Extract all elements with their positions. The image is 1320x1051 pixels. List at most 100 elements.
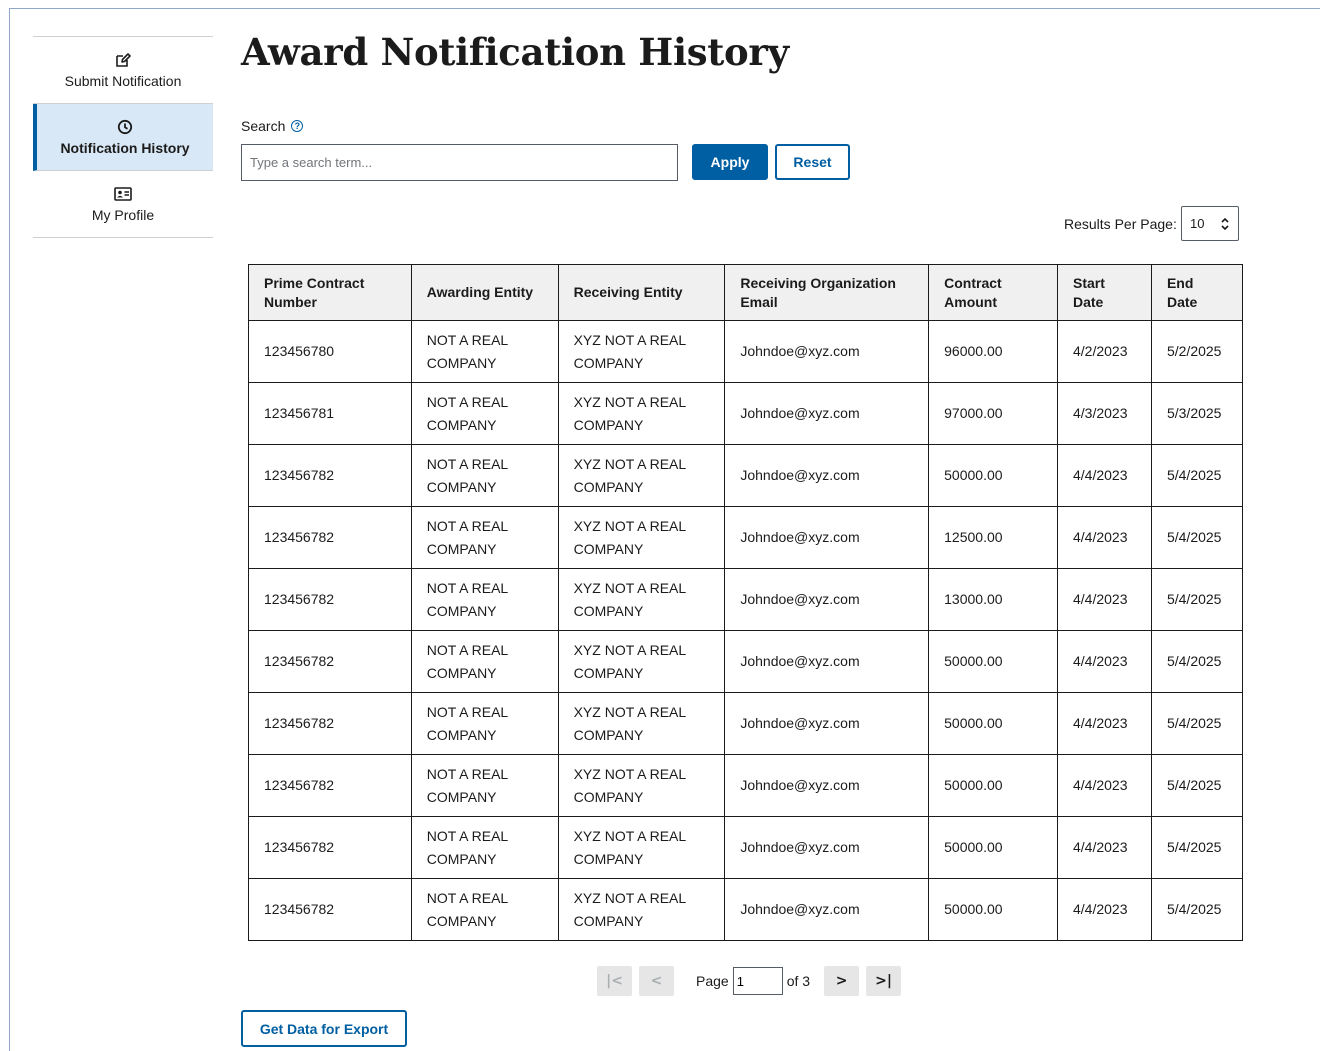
cell-start-date: 4/4/2023 bbox=[1057, 630, 1152, 693]
page-label: Page bbox=[696, 973, 729, 989]
column-header-receiving-organization-email[interactable]: Receiving Organization Email bbox=[724, 264, 930, 321]
cell-prime-contract-number: 123456782 bbox=[248, 754, 412, 817]
cell-end-date: 5/4/2025 bbox=[1150, 754, 1244, 817]
cell-end-date: 5/4/2025 bbox=[1150, 878, 1244, 941]
cell-contract-amount: 12500.00 bbox=[928, 506, 1058, 569]
cell-start-date: 4/4/2023 bbox=[1057, 568, 1152, 631]
table-row[interactable]: 123456782 NOT A REAL COMPANY XYZ NOT A R… bbox=[248, 816, 1244, 879]
cell-receiving-entity: XYZ NOT A REAL COMPANY bbox=[557, 630, 726, 693]
cell-start-date: 4/2/2023 bbox=[1057, 320, 1152, 383]
cell-prime-contract-number: 123456782 bbox=[248, 444, 412, 507]
table-row[interactable]: 123456781 NOT A REAL COMPANY XYZ NOT A R… bbox=[248, 382, 1244, 445]
results-per-page-value: 10 bbox=[1190, 216, 1205, 231]
cell-prime-contract-number: 123456780 bbox=[248, 320, 412, 383]
column-header-awarding-entity[interactable]: Awarding Entity bbox=[410, 264, 559, 321]
cell-start-date: 4/4/2023 bbox=[1057, 444, 1152, 507]
cell-awarding-entity: NOT A REAL COMPANY bbox=[410, 506, 559, 569]
cell-contract-amount: 50000.00 bbox=[928, 816, 1058, 879]
next-page-icon: > bbox=[835, 973, 848, 989]
cell-contract-amount: 97000.00 bbox=[928, 382, 1058, 445]
column-header-prime-contract-number[interactable]: Prime Contract Number bbox=[248, 264, 412, 321]
table-row[interactable]: 123456782 NOT A REAL COMPANY XYZ NOT A R… bbox=[248, 444, 1244, 507]
reset-button[interactable]: Reset bbox=[775, 144, 850, 180]
sidebar-item-notification-history[interactable]: Notification History bbox=[33, 104, 213, 171]
table-row[interactable]: 123456782 NOT A REAL COMPANY XYZ NOT A R… bbox=[248, 506, 1244, 569]
cell-email: Johndoe@xyz.com bbox=[724, 320, 930, 383]
sidebar-item-label: Submit Notification bbox=[64, 73, 182, 89]
cell-email: Johndoe@xyz.com bbox=[724, 382, 930, 445]
clock-icon bbox=[117, 118, 133, 136]
apply-button[interactable]: Apply bbox=[692, 144, 768, 180]
cell-prime-contract-number: 123456782 bbox=[248, 692, 412, 755]
get-data-for-export-button[interactable]: Get Data for Export bbox=[241, 1010, 407, 1047]
cell-awarding-entity: NOT A REAL COMPANY bbox=[410, 382, 559, 445]
cell-end-date: 5/4/2025 bbox=[1150, 444, 1244, 507]
cell-awarding-entity: NOT A REAL COMPANY bbox=[410, 320, 559, 383]
results-per-page-label: Results Per Page: bbox=[1064, 216, 1177, 232]
cell-start-date: 4/4/2023 bbox=[1057, 692, 1152, 755]
help-icon[interactable]: ? bbox=[291, 120, 304, 132]
cell-receiving-entity: XYZ NOT A REAL COMPANY bbox=[557, 506, 726, 569]
cell-end-date: 5/4/2025 bbox=[1150, 506, 1244, 569]
cell-end-date: 5/4/2025 bbox=[1150, 692, 1244, 755]
cell-start-date: 4/4/2023 bbox=[1057, 878, 1152, 941]
column-header-end-date[interactable]: End Date bbox=[1150, 264, 1244, 321]
cell-email: Johndoe@xyz.com bbox=[724, 878, 930, 941]
cell-receiving-entity: XYZ NOT A REAL COMPANY bbox=[557, 816, 726, 879]
page-count-label: of 3 bbox=[786, 973, 811, 989]
cell-start-date: 4/3/2023 bbox=[1057, 382, 1152, 445]
next-page-button[interactable]: > bbox=[824, 966, 860, 996]
sidebar-item-submit-notification[interactable]: Submit Notification bbox=[33, 37, 213, 104]
cell-receiving-entity: XYZ NOT A REAL COMPANY bbox=[557, 382, 726, 445]
cell-end-date: 5/4/2025 bbox=[1150, 816, 1244, 879]
table-row[interactable]: 123456782 NOT A REAL COMPANY XYZ NOT A R… bbox=[248, 692, 1244, 755]
cell-start-date: 4/4/2023 bbox=[1057, 754, 1152, 817]
table-row[interactable]: 123456782 NOT A REAL COMPANY XYZ NOT A R… bbox=[248, 754, 1244, 817]
cell-awarding-entity: NOT A REAL COMPANY bbox=[410, 568, 559, 631]
results-per-page-select[interactable]: 10 bbox=[1181, 206, 1239, 241]
cell-receiving-entity: XYZ NOT A REAL COMPANY bbox=[557, 878, 726, 941]
page-number-input[interactable] bbox=[732, 967, 783, 995]
column-header-receiving-entity[interactable]: Receiving Entity bbox=[557, 264, 726, 321]
cell-awarding-entity: NOT A REAL COMPANY bbox=[410, 878, 559, 941]
cell-end-date: 5/4/2025 bbox=[1150, 568, 1244, 631]
cell-email: Johndoe@xyz.com bbox=[724, 630, 930, 693]
first-page-button[interactable]: |< bbox=[597, 966, 632, 996]
table-row[interactable]: 123456782 NOT A REAL COMPANY XYZ NOT A R… bbox=[248, 568, 1244, 631]
cell-contract-amount: 50000.00 bbox=[928, 754, 1058, 817]
cell-contract-amount: 50000.00 bbox=[928, 444, 1058, 507]
cell-start-date: 4/4/2023 bbox=[1057, 816, 1152, 879]
cell-receiving-entity: XYZ NOT A REAL COMPANY bbox=[557, 754, 726, 817]
cell-contract-amount: 50000.00 bbox=[928, 878, 1058, 941]
search-input[interactable] bbox=[241, 144, 678, 181]
table-row[interactable]: 123456782 NOT A REAL COMPANY XYZ NOT A R… bbox=[248, 630, 1244, 693]
cell-prime-contract-number: 123456782 bbox=[248, 568, 412, 631]
table-row[interactable]: 123456780 NOT A REAL COMPANY XYZ NOT A R… bbox=[248, 320, 1244, 383]
sidebar-item-label: My Profile bbox=[91, 207, 155, 223]
table-row[interactable]: 123456782 NOT A REAL COMPANY XYZ NOT A R… bbox=[248, 878, 1244, 941]
last-page-button[interactable]: >| bbox=[866, 966, 902, 996]
cell-end-date: 5/2/2025 bbox=[1150, 320, 1244, 383]
cell-contract-amount: 96000.00 bbox=[928, 320, 1058, 383]
cell-email: Johndoe@xyz.com bbox=[724, 754, 930, 817]
column-header-start-date[interactable]: Start Date bbox=[1057, 264, 1152, 321]
first-page-icon: |< bbox=[606, 973, 623, 989]
table-header-row: Prime Contract Number Awarding Entity Re… bbox=[248, 264, 1244, 321]
cell-email: Johndoe@xyz.com bbox=[724, 568, 930, 631]
cell-receiving-entity: XYZ NOT A REAL COMPANY bbox=[557, 692, 726, 755]
cell-awarding-entity: NOT A REAL COMPANY bbox=[410, 630, 559, 693]
cell-awarding-entity: NOT A REAL COMPANY bbox=[410, 754, 559, 817]
cell-receiving-entity: XYZ NOT A REAL COMPANY bbox=[557, 320, 726, 383]
sidebar-nav: Submit Notification Notification History… bbox=[33, 36, 213, 238]
sidebar-item-label: Notification History bbox=[60, 140, 190, 156]
cell-contract-amount: 50000.00 bbox=[928, 630, 1058, 693]
cell-receiving-entity: XYZ NOT A REAL COMPANY bbox=[557, 568, 726, 631]
pagination: |< < Page of 3 > >| bbox=[597, 966, 902, 996]
column-header-contract-amount[interactable]: Contract Amount bbox=[928, 264, 1058, 321]
cell-contract-amount: 13000.00 bbox=[928, 568, 1058, 631]
edit-icon bbox=[115, 51, 131, 69]
previous-page-button[interactable]: < bbox=[639, 966, 674, 996]
cell-prime-contract-number: 123456782 bbox=[248, 816, 412, 879]
search-label-text: Search bbox=[241, 118, 286, 134]
sidebar-item-my-profile[interactable]: My Profile bbox=[33, 171, 213, 238]
